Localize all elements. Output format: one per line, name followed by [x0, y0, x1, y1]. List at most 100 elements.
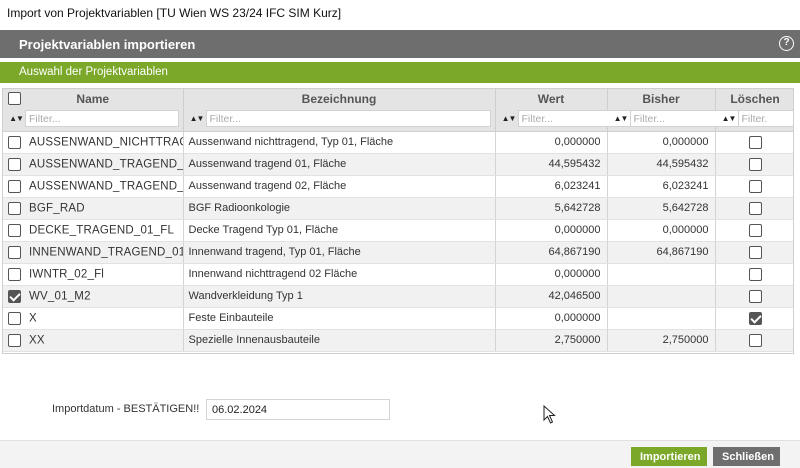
delete-checkbox[interactable] [748, 245, 762, 259]
cell-bezeichnung: BGF Radioonkologie [183, 197, 496, 220]
select-all-checkbox[interactable] [8, 92, 21, 105]
variable-name: WV_01_M2 [29, 290, 91, 303]
cell-bezeichnung: Aussenwand tragend 02, Fläche [183, 175, 496, 198]
cell-wert: 0,000000 [495, 263, 608, 286]
cell-bezeichnung: Innenwand nichttragend 02 Fläche [183, 263, 496, 286]
cell-name: DECKE_TRAGEND_01_FL [3, 219, 184, 242]
dialog-footer: Importieren Schließen [0, 440, 800, 468]
cell-loeschen [715, 285, 793, 308]
sort-icon[interactable]: ▲▼ [188, 114, 206, 123]
delete-checkbox[interactable] [748, 333, 762, 347]
table-row[interactable]: X Feste Einbauteile 0,000000 [3, 307, 793, 330]
cell-loeschen [715, 329, 793, 352]
cell-bisher: 0,000000 [607, 219, 716, 242]
row-select-checkbox[interactable] [8, 157, 21, 171]
variable-name: X [29, 312, 37, 325]
cell-name: AUSSENWAND_TRAGEND_( [3, 175, 184, 198]
row-select-checkbox[interactable] [8, 223, 21, 237]
help-icon[interactable]: ? [779, 36, 794, 51]
import-date-field[interactable] [206, 399, 390, 420]
delete-checkbox[interactable] [748, 201, 762, 215]
delete-checkbox[interactable] [748, 267, 762, 281]
bezeichnung-filter-input[interactable] [205, 110, 491, 127]
table-row[interactable]: AUSSENWAND_TRAGEND_(Aussenwand tragend 0… [3, 153, 793, 176]
cell-wert: 0,000000 [495, 307, 608, 330]
delete-checkbox[interactable] [748, 157, 762, 171]
variable-name: AUSSENWAND_TRAGEND_( [29, 158, 183, 171]
row-select-checkbox[interactable] [8, 201, 21, 215]
import-button[interactable]: Importieren [631, 447, 707, 466]
cell-loeschen [715, 307, 793, 330]
cell-name: INNENWAND_TRAGEND_01 [3, 241, 184, 264]
cell-name: WV_01_M2 [3, 285, 184, 308]
sort-icon[interactable]: ▲▼ [720, 114, 738, 123]
row-select-checkbox[interactable] [8, 311, 21, 325]
column-bezeichnung-label: Bezeichnung [301, 92, 377, 106]
sort-icon[interactable]: ▲▼ [7, 114, 25, 123]
table-row[interactable]: IWNTR_02_Fl Innenwand nichttragend 02 Flä… [3, 263, 793, 286]
cell-bezeichnung: Wandverkleidung Typ 1 [183, 285, 496, 308]
delete-checkbox[interactable] [748, 223, 762, 237]
sort-icon[interactable]: ▲▼ [612, 114, 630, 123]
cell-loeschen [715, 219, 793, 242]
cell-name: BGF_RAD [3, 197, 184, 220]
column-bisher-label: Bisher [642, 92, 680, 106]
window-title: Import von Projektvariablen [TU Wien WS … [0, 0, 800, 28]
table-row[interactable]: AUSSENWAND_NICHTTRAG Aussenwand nichttrag… [3, 131, 793, 154]
cell-loeschen [715, 153, 793, 176]
cell-bisher [607, 285, 716, 308]
cell-loeschen [715, 175, 793, 198]
variable-name: IWNTR_02_Fl [29, 268, 105, 281]
cell-bezeichnung: Aussenwand tragend 01, Fläche [183, 153, 496, 176]
cell-bisher: 44,595432 [607, 153, 716, 176]
cell-wert: 6,023241 [495, 175, 608, 198]
column-name-label: Name [76, 92, 110, 106]
table-body: AUSSENWAND_NICHTTRAG Aussenwand nichttrag… [3, 131, 793, 352]
cell-wert: 0,000000 [495, 131, 608, 154]
cell-wert: 5,642728 [495, 197, 608, 220]
cell-name: XX [3, 329, 184, 352]
variable-name: INNENWAND_TRAGEND_01 [29, 246, 183, 259]
section-title: Auswahl der Projektvariablen [19, 66, 168, 78]
cell-name: X [3, 307, 184, 330]
delete-checkbox[interactable] [748, 311, 762, 325]
row-select-checkbox[interactable] [8, 333, 21, 347]
delete-checkbox[interactable] [748, 135, 762, 149]
mouse-cursor-icon [543, 405, 556, 424]
table-row[interactable]: BGF_RAD BGF Radioonkologie 5,642728 5,64272… [3, 197, 793, 220]
loeschen-filter-input[interactable] [737, 110, 793, 127]
column-loeschen-label: Löschen [730, 92, 780, 106]
delete-checkbox[interactable] [748, 179, 762, 193]
cell-name: AUSSENWAND_TRAGEND_( [3, 153, 184, 176]
dialog-header: Projektvariablen importieren ? [0, 30, 800, 58]
table-row[interactable]: AUSSENWAND_TRAGEND_(Aussenwand tragend 0… [3, 175, 793, 198]
cell-bezeichnung: Decke Tragend Typ 01, Fläche [183, 219, 496, 242]
sort-icon[interactable]: ▲▼ [500, 114, 518, 123]
table-row[interactable]: DECKE_TRAGEND_01_FL Decke Tragend Typ 01,… [3, 219, 793, 242]
cell-loeschen [715, 263, 793, 286]
cell-wert: 0,000000 [495, 219, 608, 242]
close-button[interactable]: Schließen [713, 447, 780, 466]
cell-bisher: 2,750000 [607, 329, 716, 352]
cell-wert: 42,046500 [495, 285, 608, 308]
table-row[interactable]: XX Spezielle Innenausbauteile 2,750000 2,75… [3, 329, 793, 352]
section-header: Auswahl der Projektvariablen [0, 62, 800, 83]
table-row[interactable]: WV_01_M2 Wandverkleidung Typ 1 42,046500 [3, 285, 793, 308]
column-wert: Wert ▲▼ [495, 89, 661, 132]
variable-name: BGF_RAD [29, 202, 85, 215]
row-select-checkbox[interactable] [8, 179, 21, 193]
cell-bezeichnung: Spezielle Innenausbauteile [183, 329, 496, 352]
table-row[interactable]: INNENWAND_TRAGEND_01 Innenwand tragend, T… [3, 241, 793, 264]
cell-bisher: 6,023241 [607, 175, 716, 198]
row-select-checkbox[interactable] [8, 267, 21, 281]
variables-table: Name ▲▼ Bezeichnung ▲▼ Wert [3, 89, 793, 352]
row-select-checkbox[interactable] [8, 245, 21, 259]
delete-checkbox[interactable] [748, 289, 762, 303]
column-wert-label: Wert [537, 92, 565, 106]
row-select-checkbox[interactable] [8, 289, 21, 303]
name-filter-input[interactable] [25, 110, 179, 127]
cell-wert: 44,595432 [495, 153, 608, 176]
cell-loeschen [715, 241, 793, 264]
row-select-checkbox[interactable] [8, 135, 21, 149]
cell-wert: 2,750000 [495, 329, 608, 352]
